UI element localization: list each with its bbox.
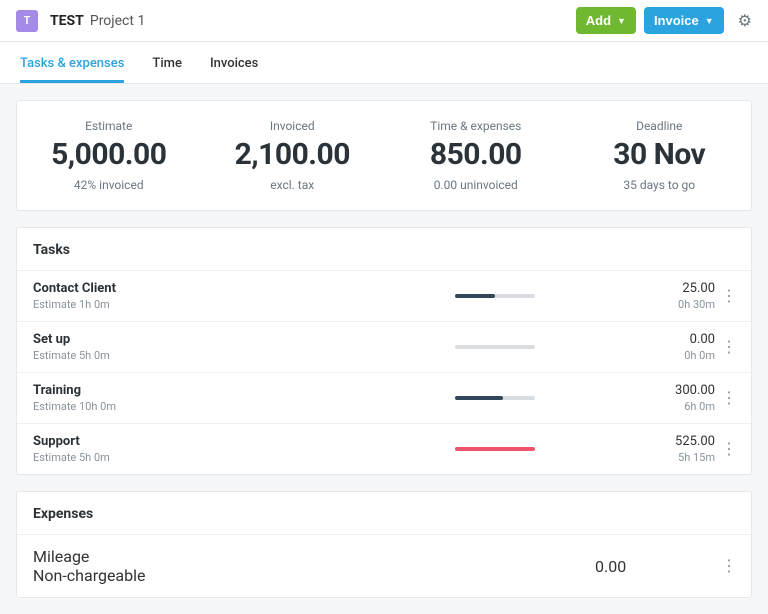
summary-te-value: 850.00: [384, 137, 568, 172]
summary-estimate: Estimate 5,000.00 42% invoiced: [17, 119, 201, 192]
client-avatar: T: [16, 10, 38, 32]
task-amount: 25.00: [595, 281, 715, 296]
tab-time[interactable]: Time: [152, 42, 182, 83]
task-estimate: Estimate 10h 0m: [33, 400, 455, 413]
invoice-button-label: Invoice: [654, 13, 699, 28]
summary-estimate-label: Estimate: [17, 119, 201, 133]
summary-te-sub: 0.00 uninvoiced: [384, 178, 568, 192]
tab-tasks-expenses[interactable]: Tasks & expenses: [20, 42, 124, 83]
kebab-icon[interactable]: ⋮: [715, 390, 743, 406]
summary-time-expenses: Time & expenses 850.00 0.00 uninvoiced: [384, 119, 568, 192]
task-name: Training: [33, 383, 455, 398]
kebab-icon[interactable]: ⋮: [715, 558, 743, 574]
topbar: T TEST Project 1 Add ▼ Invoice ▼ ⚙: [0, 0, 768, 42]
task-progress: [455, 396, 535, 400]
add-button-label: Add: [586, 13, 611, 28]
chevron-down-icon: ▼: [705, 16, 714, 26]
task-name: Contact Client: [33, 281, 455, 296]
task-row[interactable]: Support Estimate 5h 0m 525.00 5h 15m⋮: [17, 424, 751, 474]
task-time: 5h 15m: [595, 451, 715, 464]
summary-estimate-value: 5,000.00: [17, 137, 201, 172]
task-time: 0h 30m: [595, 298, 715, 311]
expenses-panel: Expenses MileageNon-chargeable0.00⋮: [16, 491, 752, 598]
task-estimate: Estimate 1h 0m: [33, 298, 455, 311]
summary-invoiced: Invoiced 2,100.00 excl. tax: [201, 119, 385, 192]
kebab-icon[interactable]: ⋮: [715, 339, 743, 355]
add-button[interactable]: Add ▼: [576, 7, 636, 34]
summary-invoiced-label: Invoiced: [201, 119, 385, 133]
summary-panel: Estimate 5,000.00 42% invoiced Invoiced …: [16, 100, 752, 211]
task-amount: 0.00: [595, 332, 715, 347]
tasks-panel: Tasks Contact Client Estimate 1h 0m 25.00 0…: [16, 227, 752, 475]
kebab-icon[interactable]: ⋮: [715, 441, 743, 457]
task-row[interactable]: Set up Estimate 5h 0m 0.00 0h 0m⋮: [17, 322, 751, 373]
summary-invoiced-sub: excl. tax: [201, 178, 385, 192]
task-estimate: Estimate 5h 0m: [33, 349, 455, 362]
kebab-icon[interactable]: ⋮: [715, 288, 743, 304]
expense-row[interactable]: MileageNon-chargeable0.00⋮: [17, 535, 751, 597]
task-time: 0h 0m: [595, 349, 715, 362]
task-time: 6h 0m: [595, 400, 715, 413]
task-amount: 525.00: [595, 434, 715, 449]
task-amount: 300.00: [595, 383, 715, 398]
task-row[interactable]: Contact Client Estimate 1h 0m 25.00 0h 30m⋮: [17, 271, 751, 322]
summary-te-label: Time & expenses: [384, 119, 568, 133]
content: Estimate 5,000.00 42% invoiced Invoiced …: [0, 84, 768, 614]
client-name: TEST: [50, 13, 84, 29]
gear-icon[interactable]: ⚙: [738, 11, 752, 30]
tab-invoices[interactable]: Invoices: [210, 42, 258, 83]
expense-name: Mileage: [33, 547, 595, 566]
expense-sub: Non-chargeable: [33, 566, 595, 585]
invoice-button[interactable]: Invoice ▼: [644, 7, 724, 34]
project-name: Project 1: [90, 13, 145, 29]
task-progress: [455, 345, 535, 349]
task-name: Set up: [33, 332, 455, 347]
summary-deadline: Deadline 30 Nov 35 days to go: [568, 119, 752, 192]
summary-deadline-sub: 35 days to go: [568, 178, 752, 192]
tasks-header: Tasks: [17, 228, 751, 271]
task-progress: [455, 294, 535, 298]
summary-deadline-value: 30 Nov: [568, 137, 752, 172]
tabs: Tasks & expenses Time Invoices: [0, 42, 768, 84]
summary-deadline-label: Deadline: [568, 119, 752, 133]
task-estimate: Estimate 5h 0m: [33, 451, 455, 464]
task-progress: [455, 447, 535, 451]
task-row[interactable]: Training Estimate 10h 0m 300.00 6h 0m⋮: [17, 373, 751, 424]
summary-invoiced-value: 2,100.00: [201, 137, 385, 172]
summary-estimate-sub: 42% invoiced: [17, 178, 201, 192]
chevron-down-icon: ▼: [617, 16, 626, 26]
expenses-header: Expenses: [17, 492, 751, 535]
expense-amount: 0.00: [595, 557, 715, 576]
task-name: Support: [33, 434, 455, 449]
